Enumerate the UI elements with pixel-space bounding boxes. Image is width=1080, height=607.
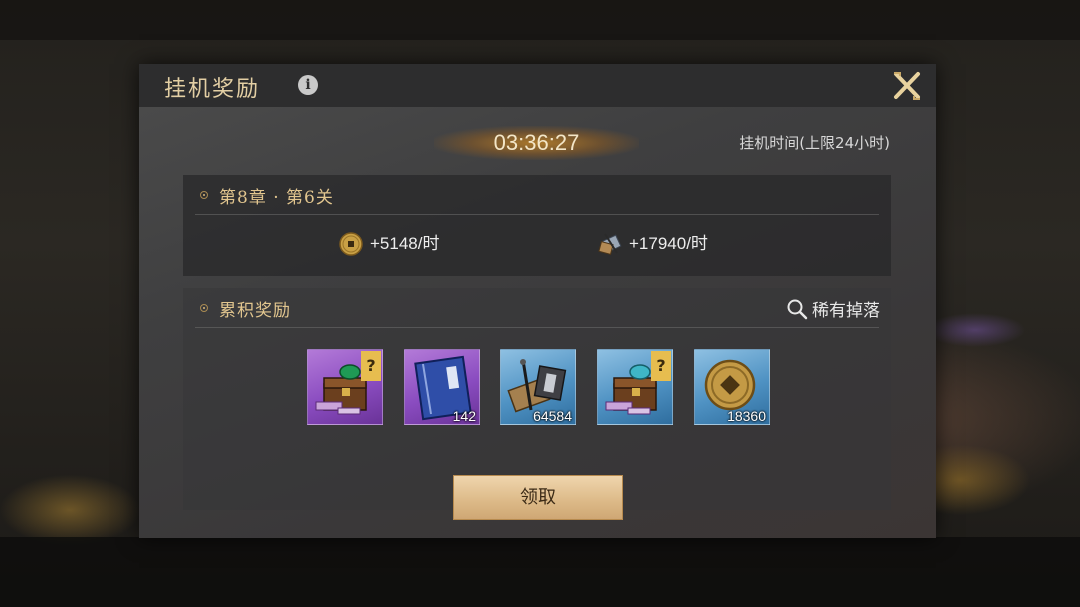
stage-section-header: 第8章 · 第6关: [183, 175, 891, 215]
bullet-icon: [200, 304, 208, 312]
item-count: 142: [452, 408, 476, 424]
reward-item-list: ? 142 64584 ? 18360: [306, 349, 776, 427]
stage-section: 第8章 · 第6关 +5148/时 +17940/时: [183, 175, 891, 276]
experience-rate: +17940/时: [597, 231, 737, 257]
info-icon[interactable]: i: [298, 75, 318, 95]
item-count: 64584: [533, 408, 572, 424]
experience-rate-text: +17940/时: [629, 234, 708, 253]
copper-coin-icon: [339, 232, 363, 256]
unknown-badge: ?: [651, 351, 671, 381]
experience-scroll-icon: [598, 233, 622, 255]
reward-item[interactable]: ?: [307, 349, 383, 425]
reward-item[interactable]: 64584: [500, 349, 576, 425]
bullet-icon: [200, 191, 208, 199]
rare-drop-label: 稀有掉落: [812, 301, 880, 321]
dialog-title: 挂机奖励: [164, 77, 261, 102]
stage-title: 第8章 · 第6关: [219, 188, 334, 208]
dialog-titlebar: 挂机奖励 i: [139, 64, 936, 107]
item-count: 18360: [727, 408, 766, 424]
idle-timer: 03:36:27: [493, 130, 580, 155]
divider: [195, 327, 879, 328]
claim-button[interactable]: 领取: [453, 475, 623, 520]
rewards-title: 累积奖励: [219, 301, 291, 321]
unknown-badge: ?: [361, 351, 381, 381]
reward-item[interactable]: 142: [404, 349, 480, 425]
coin-rate: +5148/时: [338, 231, 478, 257]
reward-item[interactable]: 18360: [694, 349, 770, 425]
close-icon[interactable]: [891, 70, 923, 102]
divider: [195, 214, 879, 215]
background-top-bar: [0, 0, 1080, 40]
rewards-section-header: 累积奖励 稀有掉落: [183, 288, 891, 328]
reward-item[interactable]: ?: [597, 349, 673, 425]
rare-drop-button[interactable]: 稀有掉落: [786, 296, 880, 321]
background-bottom-bar: [0, 537, 1080, 607]
coin-rate-text: +5148/时: [370, 234, 440, 253]
magnifier-icon: [787, 299, 808, 320]
idle-reward-dialog: 挂机奖励 i 03:36:27 挂机时间(上限24小时) 第8章 · 第6关 +…: [139, 64, 936, 538]
idle-time-label: 挂机时间(上限24小时): [739, 134, 890, 152]
